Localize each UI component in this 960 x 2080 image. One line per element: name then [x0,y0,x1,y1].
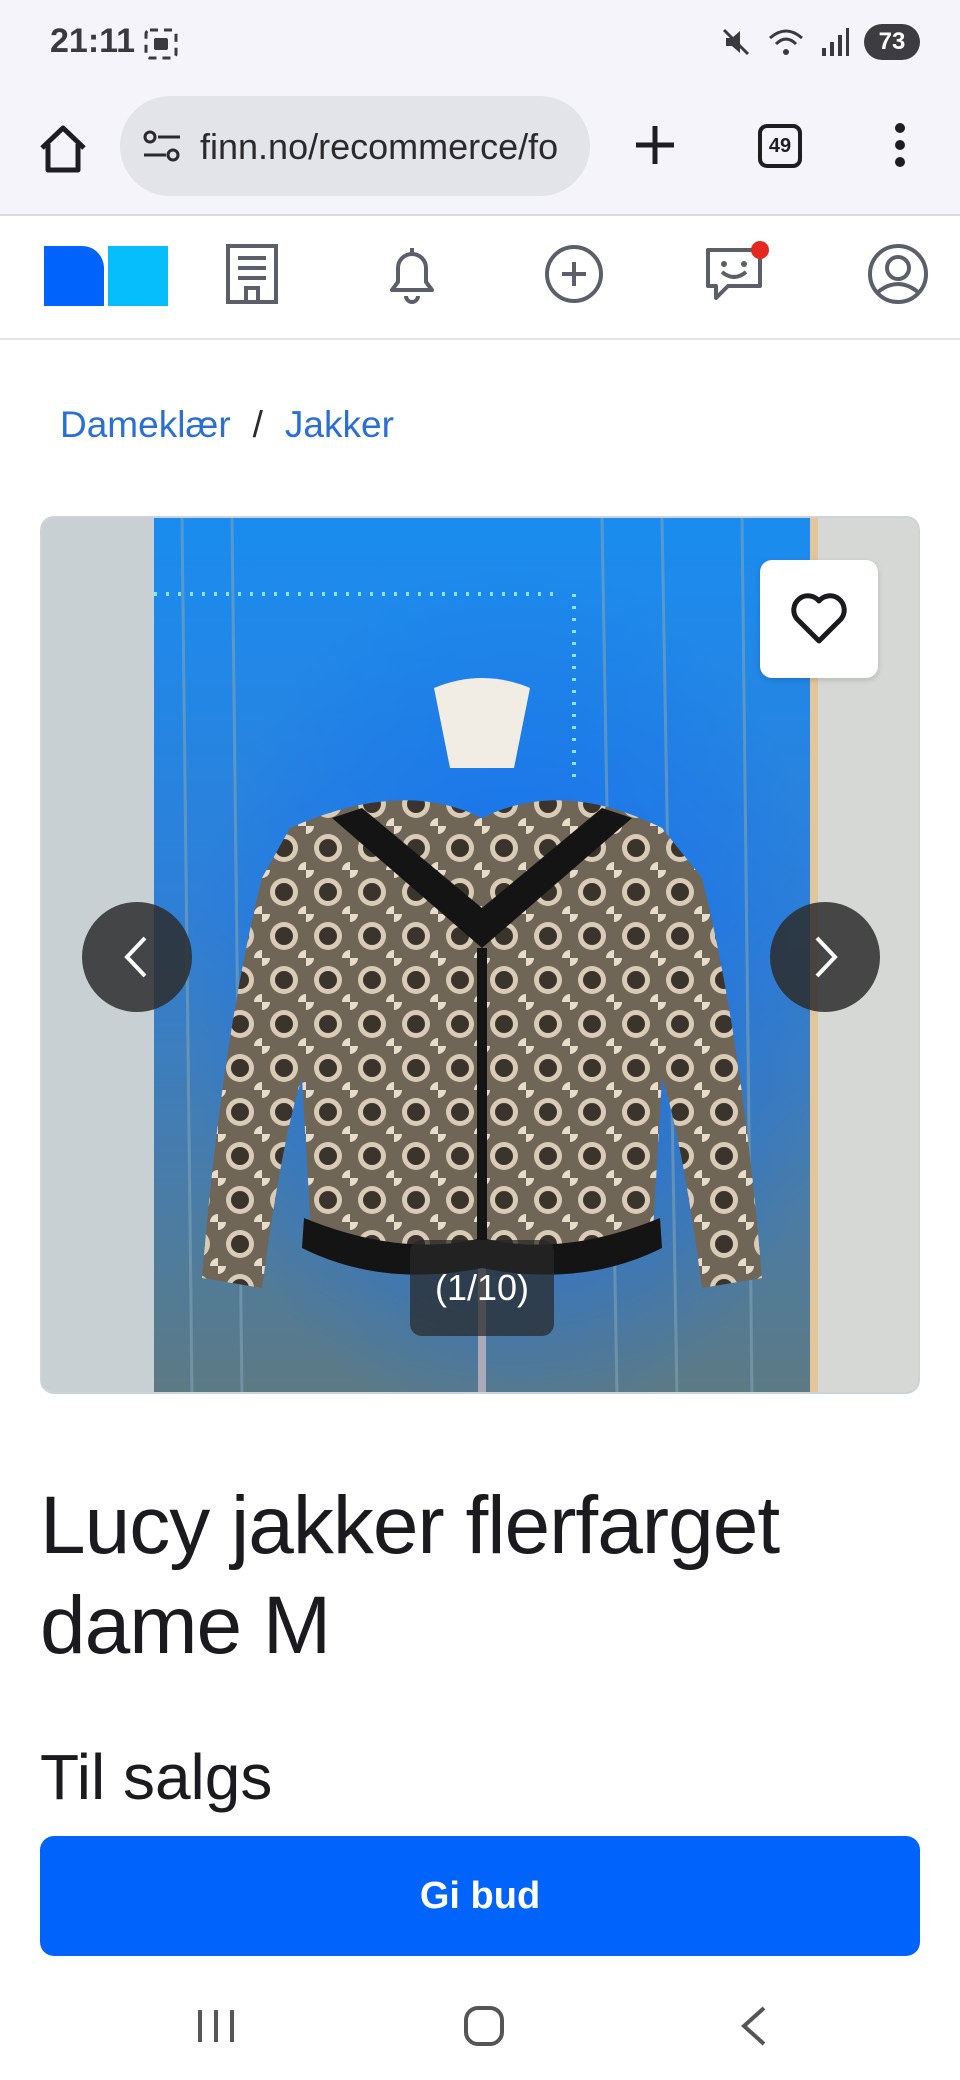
site-settings-icon[interactable] [140,128,184,164]
wifi-icon [769,29,803,55]
previous-image-button[interactable] [82,902,192,1012]
more-menu-icon[interactable] [880,120,920,170]
status-bar: 21:11 73 [0,0,960,92]
new-tab-icon[interactable] [630,120,680,170]
next-image-button[interactable] [770,902,880,1012]
breadcrumb-item-dameklaer[interactable]: Dameklær [60,404,231,446]
status-time: 21:11 [50,22,136,60]
mute-icon [722,28,750,56]
tabs-icon[interactable]: 49 [758,124,802,168]
screenshot-icon [144,28,178,60]
signal-icon [822,28,849,56]
image-counter: (1/10) [410,1240,554,1336]
url-text: finn.no/recommerce/fo [200,126,559,167]
recents-icon[interactable] [192,2002,240,2050]
place-bid-button[interactable]: Gi bud [40,1836,920,1956]
chevron-right-icon [815,936,838,978]
chevron-left-icon [124,936,147,978]
heart-icon [791,593,847,644]
home-icon[interactable] [36,122,90,176]
messages-icon[interactable] [702,240,770,308]
browser-toolbar: finn.no/recommerce/fo 49 [0,92,960,216]
address-bar[interactable]: finn.no/recommerce/fo [120,96,590,196]
image-gallery[interactable]: (1/10) [40,516,920,1394]
new-ad-icon[interactable] [540,240,608,308]
system-navigation [0,1960,960,2080]
finn-logo[interactable] [44,246,168,306]
listing-title: Lucy jakker flerfarget dame M [40,1480,780,1671]
jobs-icon[interactable] [218,240,286,308]
home-gesture-icon[interactable] [460,2002,508,2050]
breadcrumb-item-jakker[interactable]: Jakker [285,404,394,446]
breadcrumb-separator: / [252,404,263,445]
notifications-icon[interactable] [378,240,446,308]
profile-icon[interactable] [864,240,932,308]
favorite-button[interactable] [760,560,878,678]
status-icons: 73 [720,24,920,60]
breadcrumb: Dameklær / Jakker [60,404,394,446]
back-icon[interactable] [730,2002,778,2050]
listing-status: Til salgs [40,1741,273,1813]
battery-icon: 73 [864,24,920,60]
app-header [0,218,960,340]
